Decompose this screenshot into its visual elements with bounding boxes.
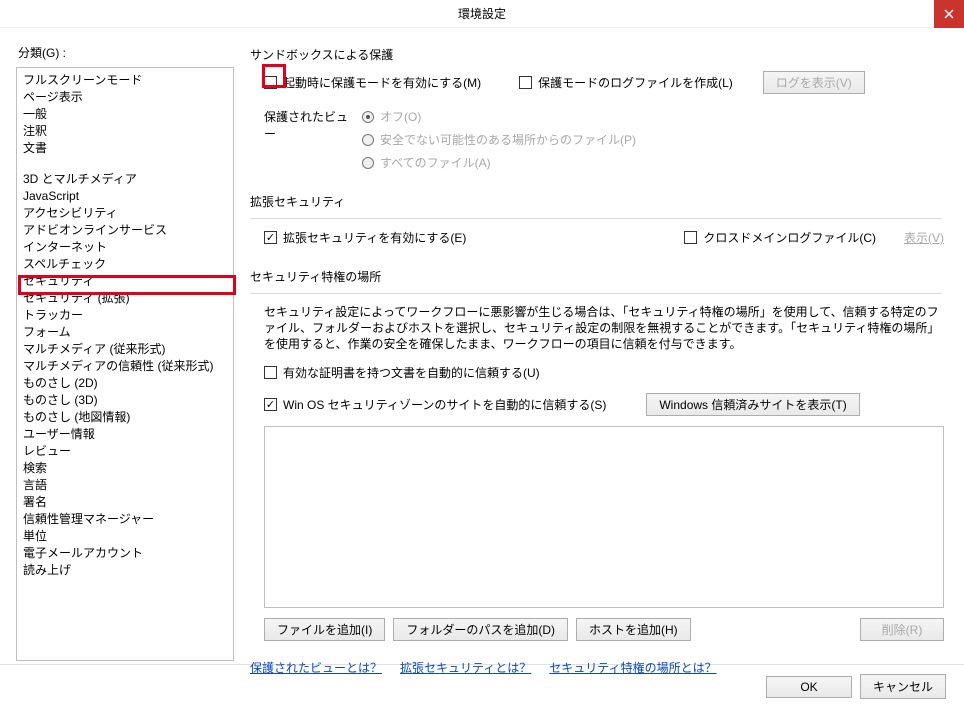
category-item[interactable]: フルスクリーンモード [17,72,233,89]
enable-protected-mode-checkbox[interactable] [264,76,277,89]
category-item[interactable]: スペルチェック [17,256,233,273]
sandbox-section-title: サンドボックスによる保護 [250,46,944,63]
ext-sec-section-title: 拡張セキュリティ [250,193,944,210]
category-item[interactable]: ページ表示 [17,89,233,106]
protected-view-all-label: すべてのファイル(A) [380,154,491,171]
close-icon [944,9,954,19]
category-item[interactable]: ものさし (地図情報) [17,409,233,426]
add-host-button[interactable]: ホストを追加(H) [576,618,691,641]
category-item[interactable]: 言語 [17,477,233,494]
trust-cert-label: 有効な証明書を持つ文書を自動的に信頼する(U) [283,364,540,381]
category-item[interactable]: インターネット [17,239,233,256]
create-log-label: 保護モードのログファイルを作成(L) [538,74,733,91]
cancel-button[interactable]: キャンセル [860,674,946,699]
enable-protected-mode-label: 起動時に保護モードを有効にする(M) [283,74,481,91]
window-close-button[interactable] [934,0,964,28]
cross-domain-log-checkbox[interactable] [684,231,697,244]
link-protected-view[interactable]: 保護されたビューとは？ [250,659,382,676]
category-item[interactable]: ものさし (3D) [17,392,233,409]
category-item[interactable]: ものさし (2D) [17,375,233,392]
ext-sec-view-button[interactable]: 表示(V) [904,229,944,246]
protected-view-unsafe-label: 安全でない可能性のある場所からのファイル(P) [380,131,636,148]
add-folder-button[interactable]: フォルダーのパスを追加(D) [393,618,568,641]
category-item[interactable]: JavaScript [17,188,233,205]
category-item[interactable]: ユーザー情報 [17,426,233,443]
category-item[interactable]: 電子メールアカウント [17,545,233,562]
category-listbox[interactable]: フルスクリーンモードページ表示一般注釈文書 3D とマルチメディアJavaScri… [16,67,234,661]
category-item[interactable]: 読み上げ [17,562,233,579]
category-item[interactable]: セキュリティ [17,273,233,290]
category-item[interactable]: トラッカー [17,307,233,324]
trust-cert-checkbox[interactable] [264,366,277,379]
category-item[interactable]: アクセシビリティ [17,205,233,222]
category-item[interactable]: 署名 [17,494,233,511]
titlebar: 環境設定 [0,0,964,28]
category-item[interactable]: 検索 [17,460,233,477]
priv-locations-listbox[interactable] [264,426,944,608]
category-item[interactable]: セキュリティ (拡張) [17,290,233,307]
window-title: 環境設定 [458,5,506,22]
category-item[interactable]: アドビオンラインサービス [17,222,233,239]
protected-view-all-radio[interactable] [362,157,374,169]
category-item[interactable]: 一般 [17,106,233,123]
category-item[interactable]: レビュー [17,443,233,460]
ext-sec-enable-label: 拡張セキュリティを有効にする(E) [283,229,466,246]
protected-view-label: 保護されたビュー [264,108,356,142]
category-item[interactable]: 信頼性管理マネージャー [17,511,233,528]
link-ext-sec[interactable]: 拡張セキュリティとは？ [400,659,531,676]
protected-view-off-radio[interactable] [362,111,374,123]
trust-winos-label: Win OS セキュリティゾーンのサイトを自動的に信頼する(S) [283,396,606,413]
priv-loc-section-title: セキュリティ特権の場所 [250,268,944,285]
view-log-button[interactable]: ログを表示(V) [763,71,865,94]
protected-view-off-label: オフ(O) [380,108,421,125]
delete-button[interactable]: 削除(R) [860,618,944,641]
win-trusted-sites-button[interactable]: Windows 信頼済みサイトを表示(T) [646,393,859,416]
cross-domain-log-label: クロスドメインログファイル(C) [703,229,876,246]
link-priv-loc[interactable]: セキュリティ特権の場所とは？ [549,659,716,676]
create-log-checkbox[interactable] [519,76,532,89]
category-item[interactable]: 文書 [17,140,233,157]
protected-view-unsafe-radio[interactable] [362,134,374,146]
category-item[interactable]: マルチメディア (従来形式) [17,341,233,358]
category-item[interactable]: 単位 [17,528,233,545]
priv-loc-description: セキュリティ設定によってワークフローに悪影響が生じる場合は、「セキュリティ特権の… [264,304,944,352]
category-item[interactable]: 注釈 [17,123,233,140]
category-item[interactable]: 3D とマルチメディア [17,171,233,188]
add-file-button[interactable]: ファイルを追加(I) [264,618,385,641]
ext-sec-enable-checkbox[interactable] [264,231,277,244]
category-item[interactable]: フォーム [17,324,233,341]
trust-winos-checkbox[interactable] [264,398,277,411]
category-item[interactable]: マルチメディアの信頼性 (従来形式) [17,358,233,375]
category-label: 分類(G) : [16,44,236,61]
ok-button[interactable]: OK [766,676,852,698]
